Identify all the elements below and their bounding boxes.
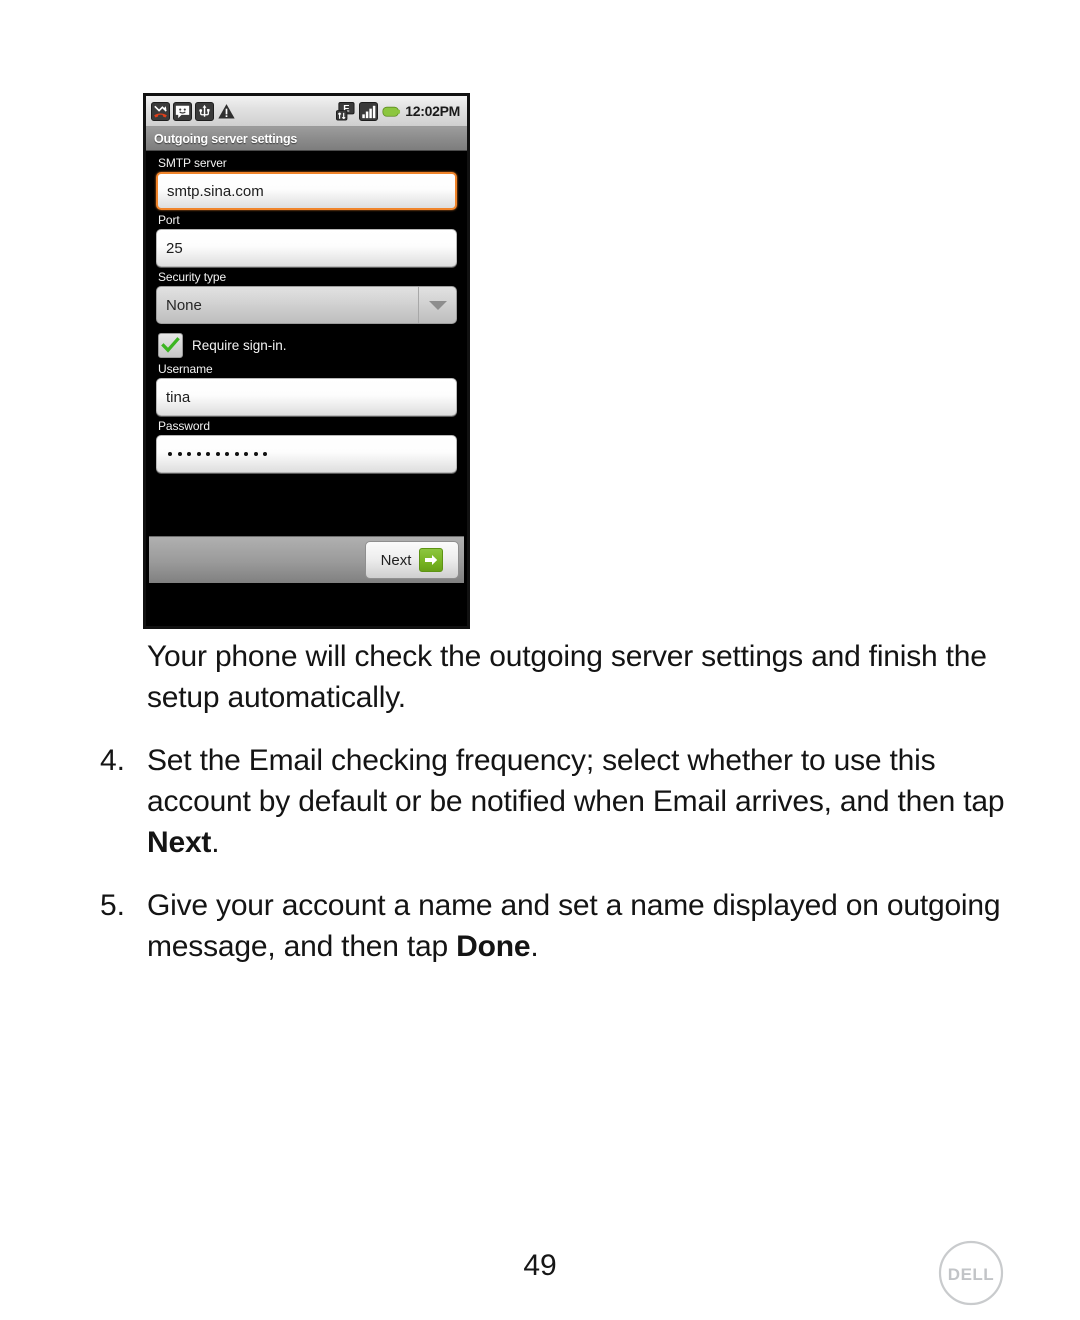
require-signin-checkbox[interactable] — [158, 333, 183, 358]
list-item: 5. Give your account a name and set a na… — [0, 885, 1080, 967]
password-dot — [234, 452, 239, 456]
password-dot — [215, 452, 220, 456]
edge-data-icon: E — [336, 101, 355, 121]
signal-bars-icon — [359, 101, 379, 121]
phone-screenshot-figure: E 12:02PM Outgoing server settings SMTP … — [143, 93, 470, 629]
status-icons-left — [151, 101, 336, 121]
battery-icon — [382, 106, 401, 117]
password-input[interactable] — [156, 435, 457, 473]
step-text-after: . — [211, 826, 220, 859]
password-label: Password — [158, 419, 210, 433]
instruction-text-block: Your phone will check the outgoing serve… — [0, 636, 1080, 967]
security-type-label: Security type — [158, 270, 227, 284]
warning-icon — [218, 103, 235, 119]
svg-text:DELL: DELL — [948, 1265, 994, 1284]
step-text-after: . — [530, 930, 539, 963]
step-text-before: Set the Email checking frequency; select… — [147, 744, 1005, 818]
port-label: Port — [158, 213, 180, 227]
port-input[interactable]: 25 — [156, 229, 457, 267]
step-text-bold: Next — [147, 826, 212, 859]
step-text-before: Give your account a name and set a name … — [147, 889, 1001, 963]
step-text: Give your account a name and set a name … — [147, 885, 1020, 967]
step-number: 4. — [100, 744, 126, 777]
next-button[interactable]: Next — [365, 541, 459, 579]
form-button-bar: Next — [149, 536, 464, 583]
require-signin-label: Require sign-in. — [192, 338, 287, 353]
step-text-bold: Done — [456, 930, 531, 963]
step-number: 5. — [100, 889, 126, 922]
password-dot — [206, 452, 210, 456]
screen-title-bar: Outgoing server settings — [146, 127, 467, 151]
chevron-down-icon — [418, 287, 456, 323]
password-dot — [253, 452, 258, 456]
security-type-value: None — [166, 296, 202, 314]
next-button-label: Next — [380, 551, 412, 569]
smtp-server-label: SMTP server — [158, 156, 227, 170]
screen-title: Outgoing server settings — [154, 131, 298, 146]
password-dot — [225, 452, 229, 456]
username-label: Username — [158, 362, 213, 376]
status-icons-right: E 12:02PM — [336, 101, 462, 121]
android-status-bar: E 12:02PM — [146, 96, 467, 127]
smtp-server-input[interactable]: smtp.sina.com — [156, 172, 457, 210]
message-icon — [173, 101, 192, 121]
password-masked-value — [166, 452, 267, 456]
password-dot — [196, 452, 201, 456]
status-clock: 12:02PM — [405, 103, 460, 119]
username-input[interactable]: tina — [156, 378, 457, 416]
password-dot — [168, 452, 172, 456]
dell-logo: DELL — [938, 1240, 1004, 1306]
list-item: 4. Set the Email checking frequency; sel… — [0, 740, 1080, 863]
security-type-dropdown[interactable]: None — [156, 286, 457, 324]
password-dot — [177, 452, 182, 456]
usb-icon — [195, 101, 214, 121]
page-number: 49 — [523, 1249, 557, 1282]
password-dot — [244, 452, 248, 456]
checkmark-icon — [161, 337, 180, 353]
password-dot — [187, 452, 191, 456]
password-dot — [263, 452, 267, 456]
settings-form: SMTP server smtp.sina.com Port 25 Securi… — [146, 151, 467, 588]
require-signin-row[interactable]: Require sign-in. — [158, 333, 457, 358]
intro-paragraph: Your phone will check the outgoing serve… — [147, 640, 987, 714]
step-text: Set the Email checking frequency; select… — [147, 740, 1020, 863]
missed-call-icon — [151, 101, 170, 121]
arrow-right-icon — [419, 548, 444, 572]
